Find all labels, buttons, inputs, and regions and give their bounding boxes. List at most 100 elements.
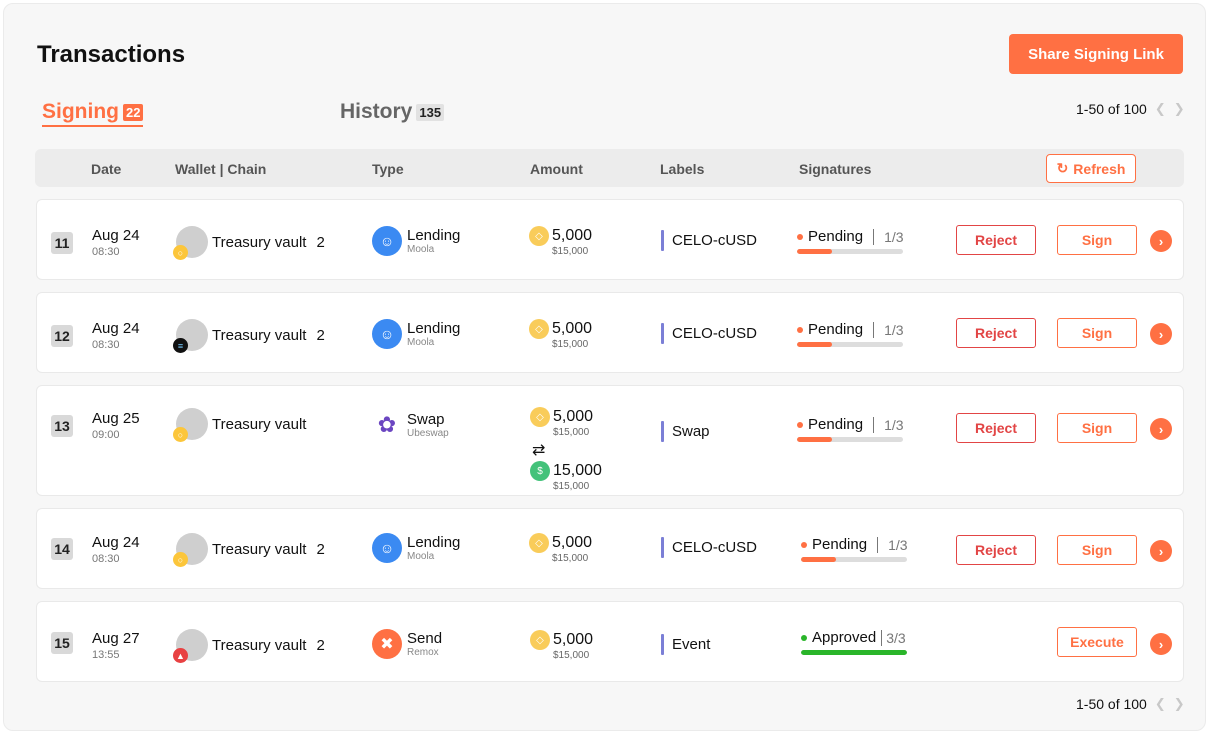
- type-cell: ☺ Lending Moola: [372, 226, 460, 256]
- avatar: ▲: [173, 629, 208, 663]
- signature-count: 1/3: [884, 416, 904, 433]
- status-text: Approved: [812, 629, 877, 646]
- table-row[interactable]: 13 Aug 25 09:00 ○ Treasury vault ✿ Swap …: [36, 385, 1184, 496]
- row-details-arrow-icon[interactable]: ›: [1150, 418, 1172, 440]
- wallet-cell: ○ Treasury vault: [173, 408, 306, 442]
- wallet-count: 2: [316, 233, 325, 251]
- signatures-cell: Approved 3/3: [801, 629, 907, 655]
- label-text: CELO-cUSD: [672, 325, 758, 342]
- transactions-panel: Transactions Share Signing Link Signing …: [3, 3, 1206, 731]
- refresh-icon: ↻: [1056, 160, 1069, 176]
- amount-cell: ◇ 5,000 $15,000: [530, 630, 594, 661]
- amount-value: 5,000: [553, 408, 594, 425]
- chevron-left-icon[interactable]: ❮: [1155, 101, 1166, 117]
- tab-history-label: History: [340, 100, 413, 123]
- execute-button[interactable]: Execute: [1057, 627, 1137, 657]
- tab-signing[interactable]: Signing 22: [42, 100, 144, 127]
- amount-cell: ◇ 5,000 $15,000: [529, 533, 592, 564]
- table-header: Date Wallet | Chain Type Amount Labels S…: [35, 149, 1184, 187]
- type-cell: ✖ Send Remox: [372, 629, 442, 659]
- amount-usd: $15,000: [552, 339, 589, 350]
- row-details-arrow-icon[interactable]: ›: [1150, 633, 1172, 655]
- type-name: Lending: [407, 227, 461, 244]
- row-details-arrow-icon[interactable]: ›: [1150, 540, 1172, 562]
- tab-history[interactable]: History 135: [340, 100, 445, 124]
- amount-usd: $15,000: [552, 553, 589, 564]
- moola-icon: ☺: [372, 533, 402, 563]
- date: Aug 24: [92, 534, 140, 551]
- table-row[interactable]: 11 Aug 24 08:30 ○ Treasury vault 2 ☺ Len…: [36, 199, 1184, 280]
- signature-progress-fill: [801, 650, 907, 655]
- label-cell: Event: [661, 634, 710, 655]
- date-cell: Aug 27 13:55: [92, 630, 140, 661]
- pagination-bottom: 1-50 of 100 ❮ ❯: [1076, 696, 1185, 712]
- column-amount: Amount: [530, 161, 583, 177]
- cusd-coin-icon: $: [530, 461, 550, 481]
- protocol-name: Moola: [407, 551, 435, 562]
- row-number: 13: [51, 415, 73, 437]
- divider: [877, 536, 879, 553]
- wallet-count: 2: [316, 636, 325, 654]
- divider: [873, 228, 875, 245]
- swap-arrows-icon: ⇄: [532, 442, 546, 459]
- chevron-right-icon[interactable]: ❯: [1174, 101, 1185, 117]
- date: Aug 24: [92, 227, 140, 244]
- table-row[interactable]: 15 Aug 27 13:55 ▲ Treasury vault 2 ✖ Sen…: [36, 601, 1184, 682]
- sign-button[interactable]: Sign: [1057, 318, 1137, 348]
- date: Aug 25: [92, 410, 140, 427]
- signature-progress: [801, 557, 907, 562]
- wallet-name: Treasury vault: [212, 540, 307, 558]
- signature-progress-fill: [801, 557, 836, 562]
- table-row[interactable]: 12 Aug 24 08:30 ≡ Treasury vault 2 ☺ Len…: [36, 292, 1184, 373]
- celo-coin-icon: ◇: [529, 319, 549, 339]
- pagination-text: 1-50 of 100: [1076, 696, 1147, 712]
- label-text: CELO-cUSD: [672, 232, 758, 249]
- status-dot: [797, 233, 803, 240]
- row-number: 12: [51, 325, 73, 347]
- label-bar: [661, 230, 664, 251]
- celo-icon: ○: [173, 245, 188, 260]
- row-details-arrow-icon[interactable]: ›: [1150, 230, 1172, 252]
- amount-value: 5,000: [553, 631, 594, 648]
- row-number: 15: [51, 632, 73, 654]
- celo-icon: ○: [173, 427, 188, 442]
- amount-usd: $15,000: [552, 246, 589, 257]
- status-text: Pending: [808, 321, 864, 338]
- label-text: CELO-cUSD: [672, 539, 758, 556]
- reject-button[interactable]: Reject: [956, 318, 1036, 348]
- page-title: Transactions: [37, 41, 186, 68]
- reject-button[interactable]: Reject: [956, 225, 1036, 255]
- column-date: Date: [91, 161, 122, 177]
- row-details-arrow-icon[interactable]: ›: [1150, 323, 1172, 345]
- avatar: ○: [173, 533, 208, 567]
- signature-progress: [797, 342, 903, 347]
- celo-coin-icon: ◇: [530, 407, 550, 427]
- sign-button[interactable]: Sign: [1057, 225, 1137, 255]
- amount-usd: $15,000: [553, 650, 590, 661]
- signature-count: 1/3: [884, 228, 904, 245]
- wallet-cell: ▲ Treasury vault 2: [173, 629, 325, 663]
- label-bar: [661, 634, 664, 655]
- type-name: Send: [407, 630, 443, 647]
- amount-value: 5,000: [552, 227, 593, 244]
- sign-button[interactable]: Sign: [1057, 413, 1137, 443]
- signatures-cell: Pending 1/3: [801, 536, 908, 562]
- signature-count: 1/3: [884, 321, 904, 338]
- table-row[interactable]: 14 Aug 24 08:30 ○ Treasury vault 2 ☺ Len…: [36, 508, 1184, 589]
- reject-button[interactable]: Reject: [956, 413, 1036, 443]
- type-name: Swap: [407, 411, 445, 428]
- label-text: Event: [672, 636, 711, 653]
- moola-icon: ☺: [372, 319, 402, 349]
- chevron-right-icon[interactable]: ❯: [1174, 696, 1185, 712]
- sign-button[interactable]: Sign: [1057, 535, 1137, 565]
- column-type: Type: [372, 161, 404, 177]
- protocol-name: Moola: [407, 244, 435, 255]
- reject-button[interactable]: Reject: [956, 535, 1036, 565]
- moola-icon: ☺: [372, 226, 402, 256]
- share-signing-link-button[interactable]: Share Signing Link: [1009, 34, 1183, 74]
- chevron-left-icon[interactable]: ❮: [1155, 696, 1166, 712]
- time: 08:30: [92, 553, 120, 565]
- status-dot: [801, 541, 807, 548]
- refresh-button[interactable]: ↻ Refresh: [1046, 154, 1136, 183]
- status-dot: [797, 326, 803, 333]
